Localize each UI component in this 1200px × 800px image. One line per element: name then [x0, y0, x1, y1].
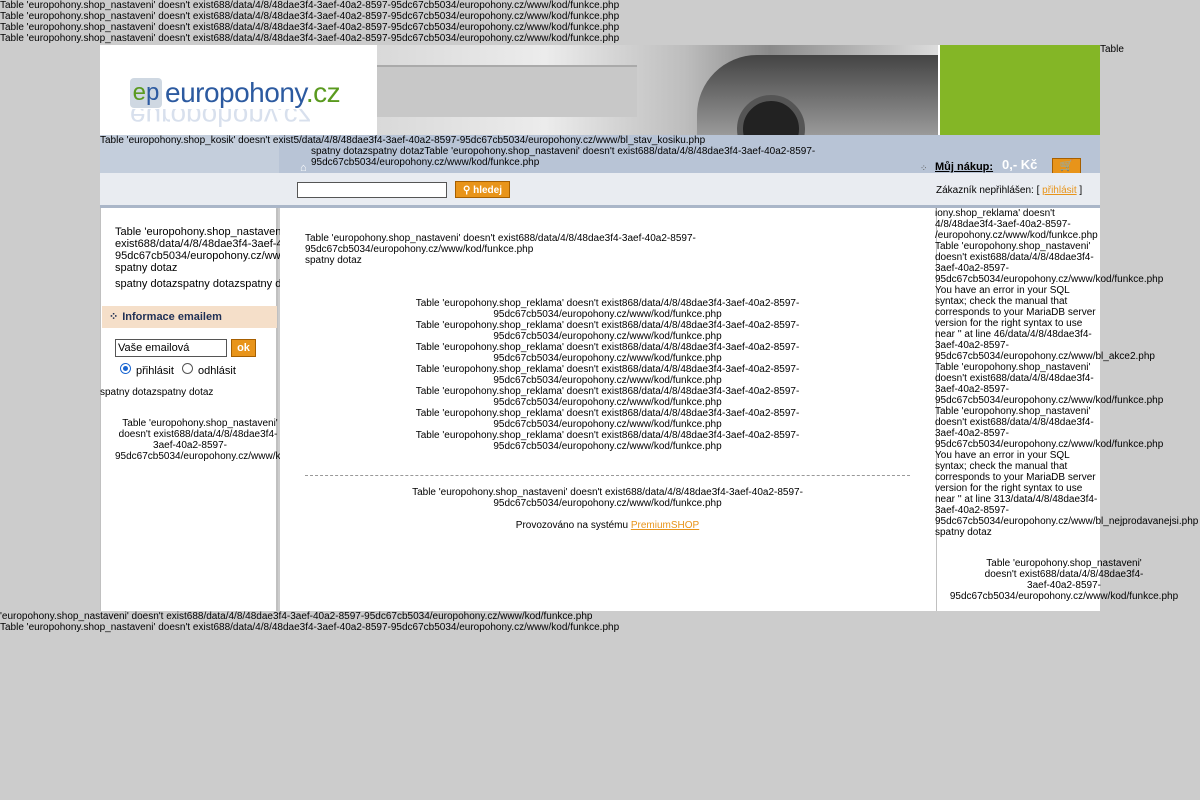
left-bottom-errors: Table 'europohony.shop_nastaveni' doesn'… [115, 418, 280, 462]
right-error-line: 95dc67cb5034/europohony.cz/www/kod/funkc… [935, 395, 1164, 406]
reklama-error: Table 'europohony.shop_reklama' doesn't … [415, 364, 800, 386]
right-error-line: syntax; check the manual that [935, 296, 1068, 307]
header-banner: ep europohony.cz europohony.cz [100, 45, 1100, 163]
main-divider [305, 475, 910, 476]
left-error-block: Table 'europohony.shop_nastaveni' doesn'… [115, 226, 280, 274]
site-logo[interactable]: ep europohony.cz [130, 77, 341, 109]
reklama-error: Table 'europohony.shop_reklama' doesn't … [415, 298, 800, 320]
right-error-line: Table 'europohony.shop_nastaveni' [935, 362, 1091, 373]
right-error-line: 95dc67cb5034/europohony.cz/www/kod/funkc… [935, 439, 1164, 450]
right-error-line: /europohony.cz/www/kod/funkce.php [935, 230, 1098, 241]
top-error-4: Table 'europohony.shop_nastaveni' doesn'… [0, 33, 620, 44]
email-box-header: ⁘ Informace emailem [102, 306, 277, 328]
right-error-line: 3aef-40a2-8597- [935, 384, 1009, 395]
bottom-error-2: Table 'europohony.shop_nastaveni' doesn'… [0, 622, 620, 633]
bottom-error-1: 'europohony.shop_nastaveni' doesn't exis… [0, 611, 593, 622]
right-error-line: You have an error in your SQL [935, 285, 1070, 296]
right-error-block: iony.shop_reklama' doesn't 4/8/48dae3f4-3… [935, 208, 1200, 538]
box-dots-icon: ⁘ [109, 311, 119, 323]
search-button[interactable]: ⚲ hledej [455, 181, 510, 198]
right-error-line: corresponds to your MariaDB server [935, 307, 1096, 318]
email-ok-button[interactable]: ok [231, 339, 256, 357]
right-error-line: 95dc67cb5034/europohony.cz/www/bl_nejpro… [935, 516, 1199, 527]
logo-area[interactable]: ep europohony.cz europohony.cz [100, 45, 377, 135]
right-error-line: syntax; check the manual that [935, 461, 1068, 472]
right-error-line: 95dc67cb5034/europohony.cz/www/kod/funkc… [935, 274, 1164, 285]
customer-status: Zákazník nepřihlášen: [ přihlásit ] [936, 185, 1083, 196]
right-error-line: You have an error in your SQL [935, 450, 1070, 461]
right-error-line: 3aef-40a2-8597- [935, 428, 1009, 439]
kosik-error: Table 'europohony.shop_kosik' doesn't ex… [100, 135, 706, 146]
reklama-error: Table 'europohony.shop_reklama' doesn't … [415, 386, 800, 408]
right-error-line: version for the right syntax to use [935, 318, 1083, 329]
login-link[interactable]: přihlásit [1042, 185, 1076, 196]
right-error-line: near '' at line 313/data/4/8/48dae3f4- [935, 494, 1098, 505]
right-error-line: Table 'europohony.shop_nastaveni' [935, 406, 1091, 417]
banner-photo [377, 45, 938, 163]
cart-label[interactable]: Můj nákup: [935, 162, 993, 173]
reklama-error: Table 'europohony.shop_reklama' doesn't … [415, 408, 800, 430]
left-error-2: spatny dotazspatny dotazspatny dotaz [115, 279, 280, 290]
premiumshop-link[interactable]: PremiumSHOP [631, 520, 699, 531]
reklama-error: Table 'europohony.shop_reklama' doesn't … [415, 342, 800, 364]
search-input[interactable] [297, 182, 447, 198]
main-error-top: Table 'europohony.shop_nastaveni' doesn'… [305, 233, 696, 266]
right-error-line: spatny dotaz [935, 527, 992, 538]
right-error-line: near '' at line 46/data/4/8/48dae3f4- [935, 329, 1092, 340]
garage-image-part [377, 65, 637, 117]
right-error-line: 3aef-40a2-8597- [935, 505, 1009, 516]
right-error-line: 3aef-40a2-8597- [935, 340, 1009, 351]
top-error-1: Table 'europohony.shop_nastaveni' doesn'… [0, 0, 620, 11]
left-below-errors: spatny dotazspatny dotaz [100, 387, 214, 398]
car-image-part [697, 55, 938, 163]
email-input[interactable]: Vaše emailová adresa [115, 339, 227, 357]
right-error-line: doesn't exist688/data/4/8/48dae3f4- [935, 417, 1094, 428]
unsubscribe-label: odhlásit [198, 365, 236, 377]
logo-text: europohony.cz [165, 77, 341, 108]
top-error-2: Table 'europohony.shop_nastaveni' doesn'… [0, 11, 620, 22]
right-error-line: version for the right syntax to use [935, 483, 1083, 494]
cart-price: 0,- Kč [1002, 157, 1038, 172]
reklama-error-list: Table 'europohony.shop_reklama' doesn't … [305, 298, 910, 452]
banner-green-block [940, 45, 1100, 135]
right-error-line: 3aef-40a2-8597- [935, 263, 1009, 274]
right-error-line: 4/8/48dae3f4-3aef-40a2-8597- [935, 219, 1071, 230]
powered-by: Provozováno na systému PremiumSHOP [515, 520, 700, 531]
cart-icon[interactable]: 🛒 [1052, 158, 1081, 174]
nav-error-1: spatny dotazspatny dotazTable 'europohon… [311, 146, 816, 157]
right-error-line: doesn't exist688/data/4/8/48dae3f4- [935, 373, 1094, 384]
subscribe-radio[interactable] [120, 363, 131, 374]
reklama-error: Table 'europohony.shop_reklama' doesn't … [415, 320, 800, 342]
right-bottom-errors: Table 'europohony.shop_nastaveni' doesn'… [949, 558, 1179, 602]
right-error-line: iony.shop_reklama' doesn't [935, 208, 1055, 219]
right-error-line: 95dc67cb5034/europohony.cz/www/bl_akce2.… [935, 351, 1155, 362]
top-error-3: Table 'europohony.shop_nastaveni' doesn'… [0, 22, 620, 33]
unsubscribe-radio[interactable] [182, 363, 193, 374]
reklama-error: Table 'europohony.shop_reklama' doesn't … [415, 430, 800, 452]
footer-error: Table 'europohony.shop_nastaveni' doesn'… [412, 487, 803, 509]
right-error-line: doesn't exist688/data/4/8/48dae3f4- [935, 252, 1094, 263]
subscribe-label: přihlásit [136, 365, 174, 377]
right-error-line: Table 'europohony.shop_nastaveni' [935, 241, 1091, 252]
right-error-line: corresponds to your MariaDB server [935, 472, 1096, 483]
nav-error-2: 95dc67cb5034/europohony.cz/www/kod/funkc… [311, 157, 540, 168]
header-right-text: Table [1100, 44, 1124, 55]
logo-ep-badge: ep [130, 78, 162, 108]
logo-reflection: europohony.cz [130, 109, 312, 131]
